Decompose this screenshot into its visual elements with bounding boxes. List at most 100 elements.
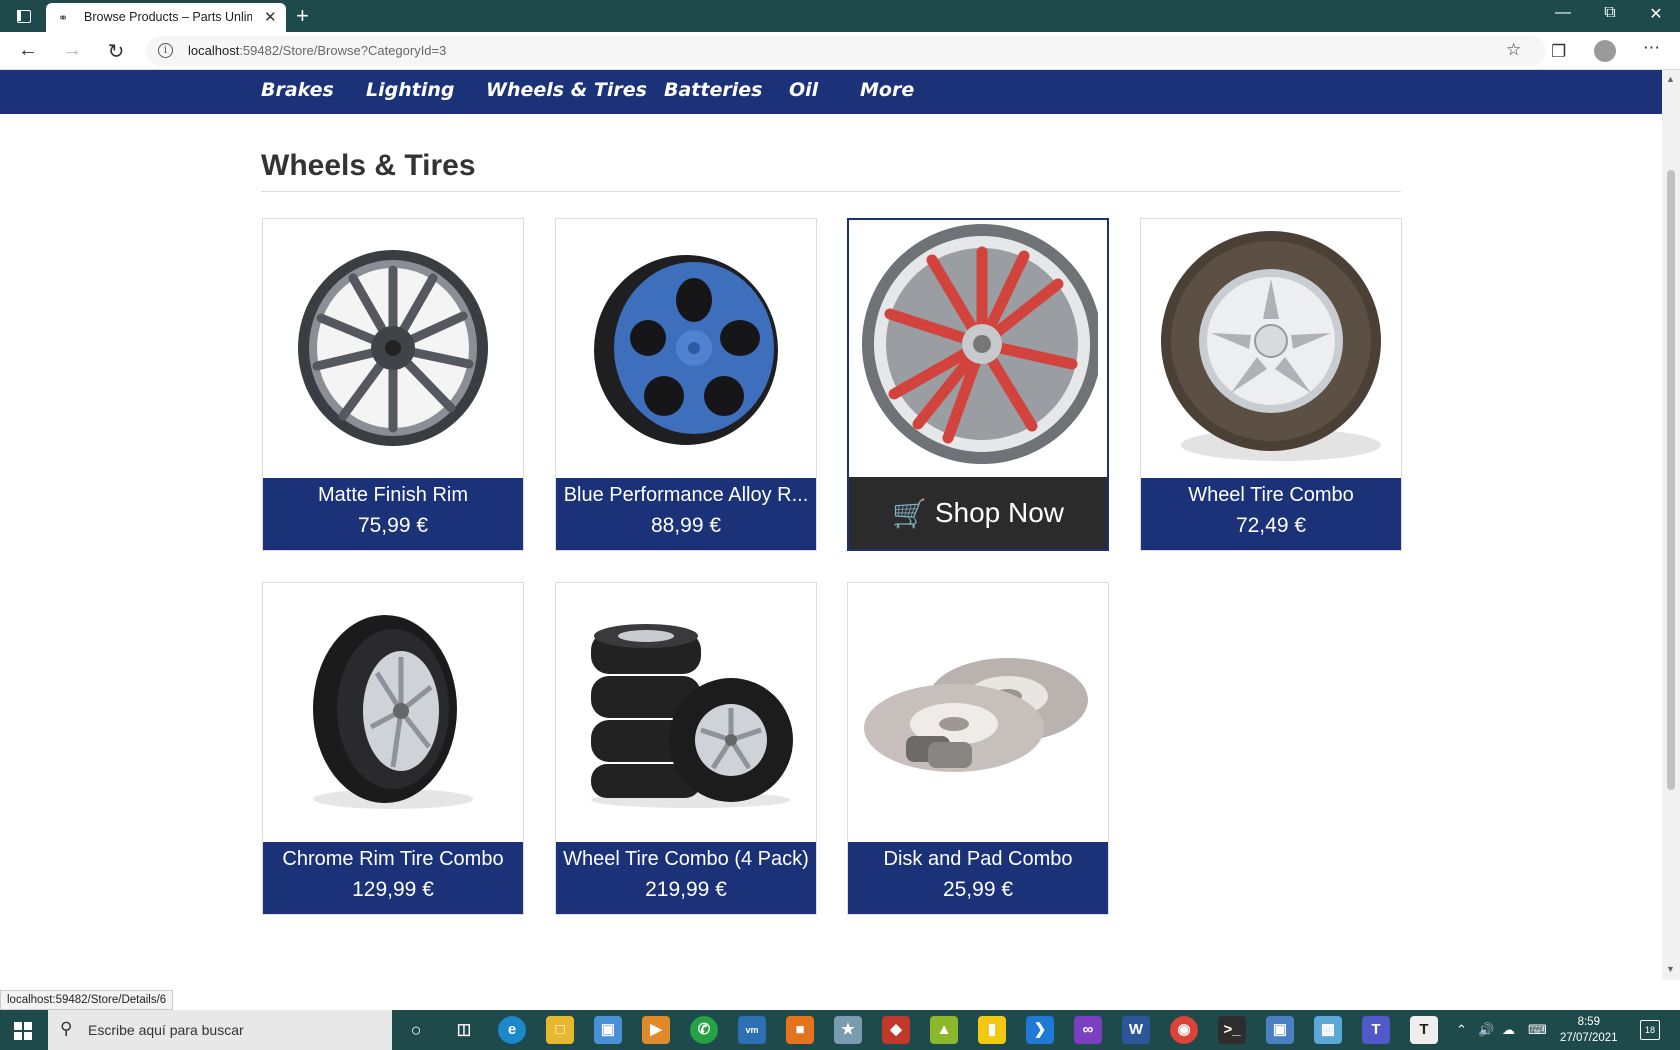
title-divider — [261, 191, 1401, 192]
product-card-blue-performance-alloy-rim[interactable]: Blue Performance Alloy R... 88,99 € — [555, 218, 817, 551]
product-caption: Disk and Pad Combo 25,99 € — [848, 842, 1108, 914]
tab-title: Browse Products – Parts Unlimited — [84, 10, 252, 24]
product-price: 88,99 € — [650, 514, 722, 537]
product-caption: Wheel Tire Combo 72,49 € — [1141, 478, 1401, 550]
browser-tab-bar: ⚭ Browse Products – Parts Unlimited ✕ + … — [0, 0, 1680, 32]
product-image-wheel-tire — [1141, 219, 1401, 477]
product-caption: Wheel Tire Combo (4 Pack) 219,99 € — [556, 842, 816, 914]
vscode-icon[interactable]: ❯ — [1026, 1016, 1054, 1044]
scroll-thumb[interactable] — [1667, 170, 1675, 790]
app-icon[interactable]: ★ — [834, 1016, 862, 1044]
page-scrollbar[interactable]: ▲ ▼ — [1662, 70, 1680, 980]
profile-avatar[interactable] — [1594, 40, 1616, 62]
product-card-red-rim[interactable]: 🛒 Shop Now — [847, 218, 1109, 551]
scroll-down-icon[interactable]: ▼ — [1666, 964, 1675, 974]
restore-button[interactable]: ⧉ — [1595, 4, 1625, 22]
clock-time: 8:59 — [1577, 1016, 1600, 1028]
store-icon[interactable]: ▣ — [594, 1016, 622, 1044]
product-card-chrome-rim-tire-combo[interactable]: Chrome Rim Tire Combo 129,99 € — [262, 582, 524, 915]
teams-icon[interactable]: T — [1362, 1016, 1390, 1044]
shop-now-label: Shop Now — [934, 497, 1065, 528]
tab-actions-icon[interactable] — [12, 7, 32, 25]
product-name: Disk and Pad Combo — [883, 848, 1073, 870]
page-content: Brakes Lighting Wheels & Tires Batteries… — [0, 70, 1662, 980]
keyboard-icon[interactable]: ⌨ — [1528, 1022, 1547, 1038]
edge-icon[interactable]: e — [498, 1016, 526, 1044]
nav-item-wheels-tires[interactable]: Wheels & Tires — [486, 79, 647, 101]
new-tab-button[interactable]: + — [296, 3, 309, 29]
search-icon: ⚲ — [60, 1019, 73, 1038]
taskbar-search-placeholder: Escribe aquí para buscar — [88, 1022, 244, 1038]
chart-app-icon[interactable]: ▲ — [930, 1016, 958, 1044]
azure-storage-icon[interactable]: ▩ — [1314, 1016, 1342, 1044]
notification-center-icon[interactable]: 18 — [1640, 1020, 1660, 1040]
product-price: 75,99 € — [357, 514, 429, 537]
word-icon[interactable]: W — [1122, 1016, 1150, 1044]
product-card-wheel-tire-combo-4-pack[interactable]: Wheel Tire Combo (4 Pack) 219,99 € — [555, 582, 817, 915]
product-card-disk-and-pad-combo[interactable]: Disk and Pad Combo 25,99 € — [847, 582, 1109, 915]
volume-icon[interactable]: 🔊 — [1478, 1022, 1494, 1038]
nav-item-more[interactable]: More — [860, 79, 914, 101]
product-price: 25,99 € — [942, 878, 1014, 901]
taskbar-clock[interactable]: 8:59 27/07/2021 — [1560, 1014, 1618, 1046]
taskbar-search[interactable]: ⚲ Escribe aquí para buscar — [48, 1010, 392, 1050]
cart-icon: 🛒 — [891, 497, 927, 529]
media-player-icon[interactable]: ▶ — [642, 1016, 670, 1044]
onedrive-icon[interactable]: ☁ — [1502, 1022, 1515, 1038]
product-name: Wheel Tire Combo (4 Pack) — [563, 848, 809, 870]
remote-desktop-icon[interactable]: ▣ — [1266, 1016, 1294, 1044]
product-image-blue-rim — [556, 219, 816, 477]
nav-item-oil[interactable]: Oil — [789, 79, 818, 101]
visual-studio-icon[interactable]: ∞ — [1074, 1016, 1102, 1044]
browser-tab[interactable]: ⚭ Browse Products – Parts Unlimited ✕ — [46, 3, 286, 32]
windows-taskbar: ⚲ Escribe aquí para buscar ○ ◫ e □ ▣ ▶ ✆… — [0, 1010, 1680, 1050]
category-title: Wheels & Tires — [261, 149, 476, 182]
favicon-icon: ⚭ — [58, 11, 69, 25]
product-price: 72,49 € — [1235, 514, 1307, 537]
chrome-icon[interactable]: ◉ — [1170, 1016, 1198, 1044]
product-caption: Matte Finish Rim 75,99 € — [263, 478, 523, 550]
windows-start-icon[interactable] — [14, 1022, 32, 1040]
back-button[interactable]: ← — [16, 39, 40, 62]
settings-more-icon[interactable]: ⋯ — [1643, 38, 1660, 58]
nav-item-brakes[interactable]: Brakes — [261, 79, 334, 101]
product-name: Blue Performance Alloy R... — [563, 484, 809, 506]
site-info-icon[interactable]: i — [158, 43, 173, 58]
url-text[interactable]: localhost:59482/Store/Browse?CategoryId=… — [188, 43, 446, 58]
power-bi-icon[interactable]: ▮ — [978, 1016, 1006, 1044]
category-navbar: Brakes Lighting Wheels & Tires Batteries… — [0, 70, 1662, 114]
vmware-icon[interactable]: vm — [738, 1016, 766, 1044]
favorite-star-icon[interactable]: ☆ — [1506, 40, 1521, 60]
office-icon[interactable]: ■ — [786, 1016, 814, 1044]
status-url: localhost:59482/Store/Details/6 — [0, 990, 174, 1010]
product-image-matte-rim — [263, 219, 523, 477]
tab-close-icon[interactable]: ✕ — [264, 8, 277, 26]
url-field[interactable]: i localhost:59482/Store/Browse?CategoryI… — [146, 36, 1546, 66]
shop-now-button[interactable]: 🛒 Shop Now — [849, 477, 1107, 549]
typora-icon[interactable]: T — [1410, 1016, 1438, 1044]
product-image-chrome-tire — [263, 583, 523, 841]
terminal-icon[interactable]: >_ — [1218, 1016, 1246, 1044]
product-card-wheel-tire-combo[interactable]: Wheel Tire Combo 72,49 € — [1140, 218, 1402, 551]
nav-item-batteries[interactable]: Batteries — [664, 79, 762, 101]
file-explorer-icon[interactable]: □ — [546, 1016, 574, 1044]
reload-button[interactable]: ↻ — [104, 39, 128, 64]
product-name: Wheel Tire Combo — [1188, 484, 1354, 506]
cortana-icon[interactable]: ○ — [402, 1016, 430, 1044]
product-image-disk-pad — [848, 583, 1108, 841]
product-card-matte-finish-rim[interactable]: Matte Finish Rim 75,99 € — [262, 218, 524, 551]
scroll-up-icon[interactable]: ▲ — [1666, 74, 1675, 84]
tray-chevron-icon[interactable]: ⌃ — [1456, 1022, 1467, 1038]
product-caption: Chrome Rim Tire Combo 129,99 € — [263, 842, 523, 914]
product-image-tire-stack — [556, 583, 816, 841]
minimize-button[interactable]: — — [1548, 4, 1578, 22]
whatsapp-icon[interactable]: ✆ — [690, 1016, 718, 1044]
forward-button[interactable]: → — [60, 39, 84, 62]
git-icon[interactable]: ◆ — [882, 1016, 910, 1044]
product-name: Chrome Rim Tire Combo — [282, 848, 504, 870]
nav-item-lighting[interactable]: Lighting — [366, 79, 454, 101]
clock-date: 27/07/2021 — [1560, 1032, 1618, 1044]
collections-icon[interactable]: ❐ — [1551, 42, 1566, 62]
task-view-icon[interactable]: ◫ — [450, 1016, 478, 1044]
close-window-button[interactable]: ✕ — [1641, 4, 1671, 24]
